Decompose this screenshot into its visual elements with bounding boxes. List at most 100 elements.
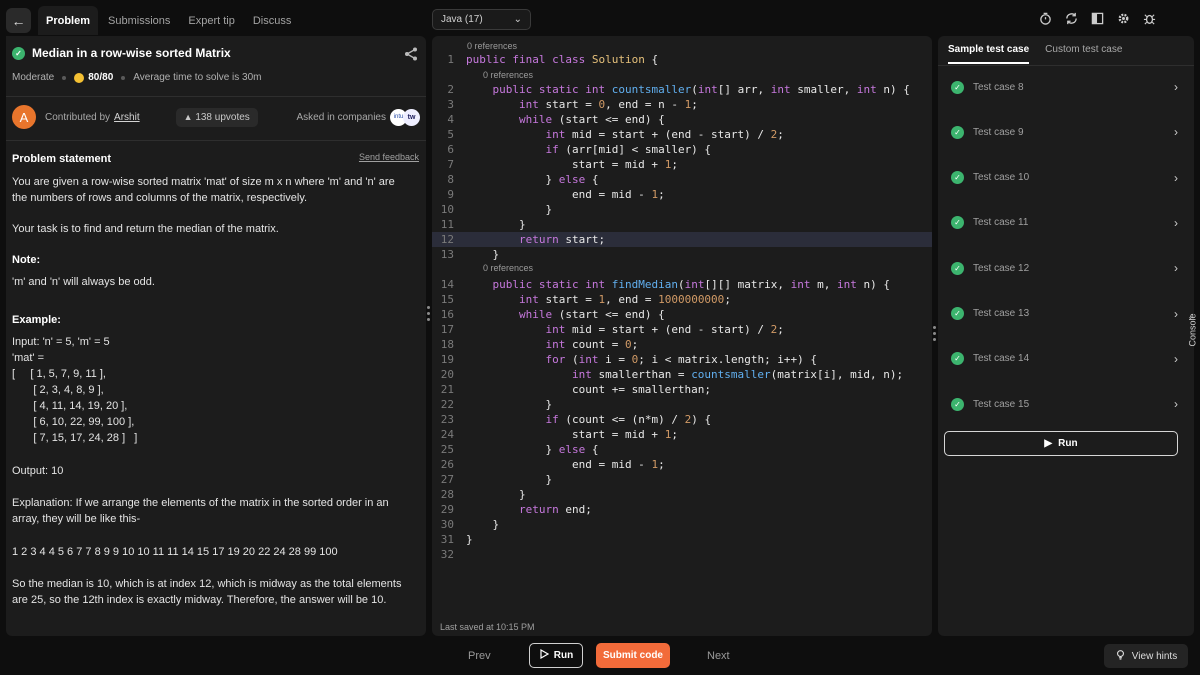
back-button[interactable]: ← xyxy=(6,8,31,33)
code-line[interactable]: 2 public static int countsmaller(int[] a… xyxy=(432,82,932,97)
console-toggle[interactable]: Console xyxy=(1187,300,1199,360)
code-line[interactable]: 28 } xyxy=(432,487,932,502)
line-number: 10 xyxy=(440,203,454,216)
top-bar: ← Problem Submissions Expert tip Discuss… xyxy=(0,0,1200,40)
test-case-item[interactable]: ✓ Test case 12 › xyxy=(944,253,1178,283)
resize-handle-left[interactable] xyxy=(427,306,430,321)
refresh-icon[interactable] xyxy=(1064,11,1078,25)
code-line[interactable]: 14 public static int findMedian(int[][] … xyxy=(432,277,932,292)
code-line[interactable]: 29 return end; xyxy=(432,502,932,517)
code-line[interactable]: 3 int start = 0, end = n - 1; xyxy=(432,97,932,112)
tab-submissions[interactable]: Submissions xyxy=(100,6,178,35)
code-text: } xyxy=(466,203,553,216)
contributed-by-label: Contributed by xyxy=(45,111,111,123)
tab-expert-tip[interactable]: Expert tip xyxy=(180,6,242,35)
code-line[interactable]: 15 int start = 1, end = 1000000000; xyxy=(432,292,932,307)
timer-icon[interactable] xyxy=(1038,11,1052,25)
divider xyxy=(6,140,426,141)
arrow-left-icon: ← xyxy=(11,12,26,29)
tab-sample-test-case[interactable]: Sample test case xyxy=(948,44,1030,64)
company-logo-thoughtworks[interactable]: tw xyxy=(403,108,420,126)
chevron-right-icon: › xyxy=(1174,125,1178,140)
chevron-left-icon[interactable]: ‹ xyxy=(1189,312,1192,322)
submit-code-button[interactable]: Submit code xyxy=(596,643,670,668)
prev-button[interactable]: Prev xyxy=(468,650,491,662)
code-editor[interactable]: 0 references 0 references 0 references 1… xyxy=(432,36,932,636)
bug-icon[interactable] xyxy=(1142,11,1156,25)
code-line[interactable]: 26 end = mid - 1; xyxy=(432,457,932,472)
statement-line: [ 2, 3, 4, 8, 9 ], xyxy=(12,384,104,396)
code-line[interactable]: 1 public final class Solution { xyxy=(432,52,932,67)
code-text: int smallerthan = countsmaller(matrix[i]… xyxy=(571,368,904,381)
layout-icon[interactable] xyxy=(1090,11,1104,25)
view-hints-button[interactable]: View hints xyxy=(1104,644,1188,668)
code-line[interactable]: 12 return start; xyxy=(432,232,932,247)
code-line[interactable]: 4 while (start <= end) { xyxy=(432,112,932,127)
test-case-item[interactable]: ✓ Test case 9 › xyxy=(944,117,1178,147)
code-line[interactable]: 13 } xyxy=(432,247,932,262)
test-case-item[interactable]: ✓ Test case 14 › xyxy=(944,344,1178,374)
code-line[interactable]: 17 int mid = start + (end - start) / 2; xyxy=(432,322,932,337)
upvote-button[interactable]: ▲ 138 upvotes xyxy=(175,107,258,127)
code-text: for (int i = 0; i < matrix.length; i++) … xyxy=(545,353,818,366)
code-line[interactable]: 27 } xyxy=(432,472,932,487)
line-number: 27 xyxy=(440,473,454,486)
line-number: 32 xyxy=(440,548,454,561)
test-case-item[interactable]: ✓ Test case 8 › xyxy=(944,72,1178,102)
test-case-item[interactable]: ✓ Test case 11 › xyxy=(944,208,1178,238)
test-case-item[interactable]: ✓ Test case 10 › xyxy=(944,163,1178,193)
code-text: int mid = start + (end - start) / 2; xyxy=(545,128,784,141)
code-line[interactable]: 18 int count = 0; xyxy=(432,337,932,352)
tab-custom-test-case[interactable]: Custom test case xyxy=(1045,44,1122,64)
code-line[interactable]: 7 start = mid + 1; xyxy=(432,157,932,172)
line-number: 24 xyxy=(440,428,454,441)
code-lens-references[interactable]: 0 references xyxy=(483,70,533,80)
test-case-panel: Sample test case Custom test case ✓ Test … xyxy=(938,36,1194,636)
language-select[interactable]: Java (17) ⌄ xyxy=(432,9,531,30)
test-case-label: Test case 12 xyxy=(973,262,1030,274)
code-line[interactable]: 32 xyxy=(432,547,932,562)
line-number: 23 xyxy=(440,413,454,426)
code-line[interactable]: 25 } else { xyxy=(432,442,932,457)
code-lens-references[interactable]: 0 references xyxy=(483,263,533,273)
code-line[interactable]: 8 } else { xyxy=(432,172,932,187)
send-feedback-link[interactable]: Send feedback xyxy=(359,152,419,162)
code-line[interactable]: 16 while (start <= end) { xyxy=(432,307,932,322)
share-icon[interactable] xyxy=(404,47,418,66)
line-number: 21 xyxy=(440,383,454,396)
code-line[interactable]: 23 if (count <= (n*m) / 2) { xyxy=(432,412,932,427)
problem-title: Median in a row-wise sorted Matrix xyxy=(32,46,231,60)
code-line[interactable]: 21 count += smallerthan; xyxy=(432,382,932,397)
code-line[interactable]: 31} xyxy=(432,532,932,547)
code-line[interactable]: 9 end = mid - 1; xyxy=(432,187,932,202)
run-button[interactable]: Run xyxy=(529,643,583,668)
tab-problem[interactable]: Problem xyxy=(38,6,99,35)
code-line[interactable]: 10 } xyxy=(432,202,932,217)
code-line[interactable]: 11 } xyxy=(432,217,932,232)
run-tests-button[interactable]: ▶ Run xyxy=(944,431,1178,456)
code-text: return end; xyxy=(518,503,592,516)
code-lens-references[interactable]: 0 references xyxy=(467,41,517,51)
test-case-label: Test case 10 xyxy=(973,172,1030,184)
resize-handle-right[interactable] xyxy=(933,326,936,341)
line-number: 20 xyxy=(440,368,454,381)
code-line[interactable]: 22 } xyxy=(432,397,932,412)
code-line[interactable]: 19 for (int i = 0; i < matrix.length; i+… xyxy=(432,352,932,367)
code-line[interactable]: 30 } xyxy=(432,517,932,532)
line-number: 15 xyxy=(440,293,454,306)
code-text: if (arr[mid] < smaller) { xyxy=(545,143,712,156)
play-outline-icon xyxy=(539,648,549,662)
code-line[interactable]: 24 start = mid + 1; xyxy=(432,427,932,442)
code-line[interactable]: 6 if (arr[mid] < smaller) { xyxy=(432,142,932,157)
test-case-item[interactable]: ✓ Test case 13 › xyxy=(944,299,1178,329)
code-line[interactable]: 20 int smallerthan = countsmaller(matrix… xyxy=(432,367,932,382)
gear-icon[interactable] xyxy=(1116,11,1130,25)
author-link[interactable]: Arshit xyxy=(114,112,140,123)
lightbulb-icon xyxy=(1115,649,1126,663)
tab-discuss[interactable]: Discuss xyxy=(245,6,300,35)
problem-meta: Moderate 80/80 Average time to solve is … xyxy=(12,72,262,83)
code-line[interactable]: 5 int mid = start + (end - start) / 2; xyxy=(432,127,932,142)
coin-icon xyxy=(74,72,85,83)
next-button[interactable]: Next xyxy=(707,650,730,662)
test-case-item[interactable]: ✓ Test case 15 › xyxy=(944,389,1178,419)
